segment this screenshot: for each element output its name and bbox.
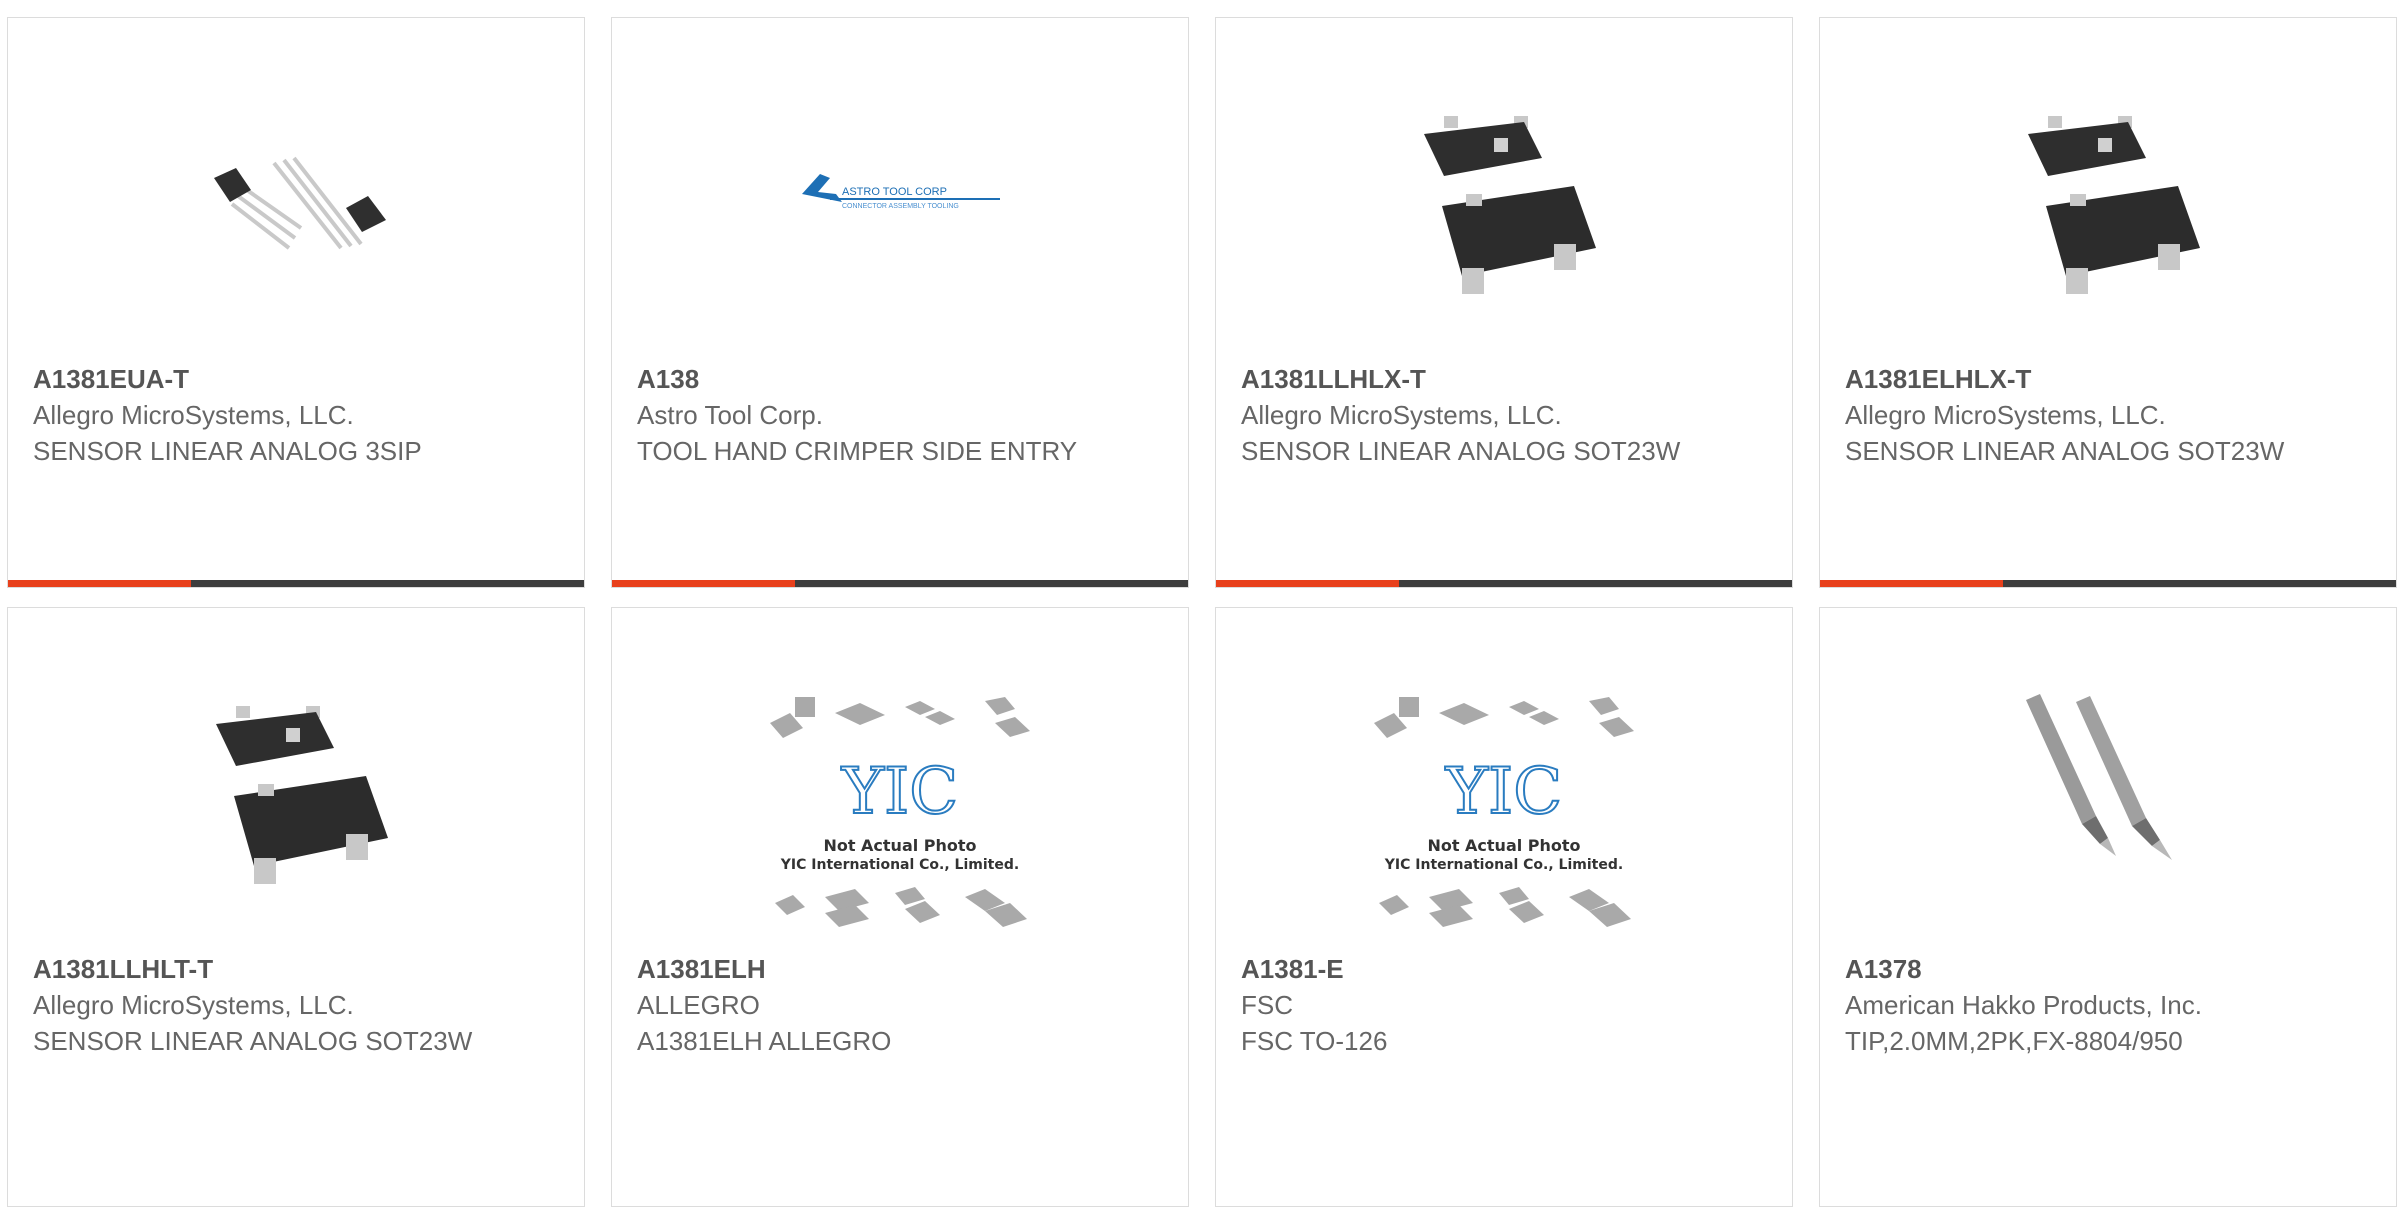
soldering-tips-icon[interactable] — [2008, 688, 2208, 888]
description: SENSOR LINEAR ANALOG SOT23W — [1241, 436, 1681, 466]
part-number[interactable]: A138 — [637, 361, 1163, 397]
manufacturer: American Hakko Products, Inc. — [1845, 990, 2202, 1020]
product-grid: A1381EUA-T Allegro MicroSystems, LLC. SE… — [0, 0, 2400, 1207]
part-number[interactable]: A1381LLHLX-T — [1241, 361, 1767, 397]
logo-text: ASTRO TOOL CORP — [842, 186, 947, 198]
placeholder-line1: Not Actual Photo — [1427, 836, 1580, 855]
logo-subtext: CONNECTOR ASSEMBLY TOOLING — [842, 203, 959, 210]
placeholder-line2: YIC International Co., Limited. — [1384, 857, 1623, 873]
product-card[interactable]: YIC Not Actual Photo YIC International C… — [1215, 607, 1793, 1207]
description: SENSOR LINEAR ANALOG SOT23W — [33, 1026, 473, 1056]
sot23w-package-icon[interactable] — [2008, 98, 2208, 298]
card-bar — [612, 580, 1188, 587]
description: FSC TO-126 — [1241, 1026, 1388, 1056]
manufacturer: Allegro MicroSystems, LLC. — [33, 990, 354, 1020]
description: A1381ELH ALLEGRO — [637, 1026, 892, 1056]
product-card[interactable]: A1381LLHLX-T Allegro MicroSystems, LLC. … — [1215, 17, 1793, 588]
card-bar-accent — [612, 580, 795, 587]
description: TOOL HAND CRIMPER SIDE ENTRY — [637, 436, 1078, 466]
card-bar-accent — [1216, 580, 1399, 587]
part-number[interactable]: A1378 — [1845, 951, 2371, 987]
placeholder-line2: YIC International Co., Limited. — [780, 857, 1019, 873]
card-bar — [8, 580, 584, 587]
description: SENSOR LINEAR ANALOG SOT23W — [1845, 436, 2285, 466]
product-card[interactable]: A1381LLHLT-T Allegro MicroSystems, LLC. … — [7, 607, 585, 1207]
yic-placeholder-icon[interactable]: YIC Not Actual Photo YIC International C… — [765, 693, 1035, 933]
product-card[interactable]: A1381EUA-T Allegro MicroSystems, LLC. SE… — [7, 17, 585, 588]
part-number[interactable]: A1381-E — [1241, 951, 1767, 987]
product-card[interactable]: A1381ELHLX-T Allegro MicroSystems, LLC. … — [1819, 17, 2397, 588]
manufacturer: FSC — [1241, 990, 1293, 1020]
part-number[interactable]: A1381EUA-T — [33, 361, 559, 397]
description: TIP,2.0MM,2PK,FX-8804/950 — [1845, 1026, 2183, 1056]
manufacturer: Allegro MicroSystems, LLC. — [1241, 400, 1562, 430]
manufacturer: ALLEGRO — [637, 990, 760, 1020]
product-card[interactable]: ASTRO TOOL CORP CONNECTOR ASSEMBLY TOOLI… — [611, 17, 1189, 588]
placeholder-line1: Not Actual Photo — [823, 836, 976, 855]
description: SENSOR LINEAR ANALOG 3SIP — [33, 436, 422, 466]
manufacturer: Allegro MicroSystems, LLC. — [33, 400, 354, 430]
card-bar-accent — [8, 580, 191, 587]
card-bar-accent — [1820, 580, 2003, 587]
sot23w-package-icon[interactable] — [196, 688, 396, 888]
sot23w-package-icon[interactable] — [1404, 98, 1604, 298]
manufacturer: Allegro MicroSystems, LLC. — [1845, 400, 2166, 430]
card-bar — [1216, 580, 1792, 587]
part-number[interactable]: A1381LLHLT-T — [33, 951, 559, 987]
to92-3sip-sensor-icon[interactable] — [196, 98, 396, 298]
astro-tool-corp-logo[interactable]: ASTRO TOOL CORP CONNECTOR ASSEMBLY TOOLI… — [800, 98, 1000, 298]
yic-placeholder-icon[interactable]: YIC Not Actual Photo YIC International C… — [1369, 693, 1639, 933]
part-number[interactable]: A1381ELH — [637, 951, 1163, 987]
part-number[interactable]: A1381ELHLX-T — [1845, 361, 2371, 397]
product-card[interactable]: YIC Not Actual Photo YIC International C… — [611, 607, 1189, 1207]
manufacturer: Astro Tool Corp. — [637, 400, 823, 430]
svg-text:YIC: YIC — [841, 755, 959, 829]
svg-text:YIC: YIC — [1445, 755, 1563, 829]
card-bar — [1820, 580, 2396, 587]
product-card[interactable]: A1378 American Hakko Products, Inc. TIP,… — [1819, 607, 2397, 1207]
